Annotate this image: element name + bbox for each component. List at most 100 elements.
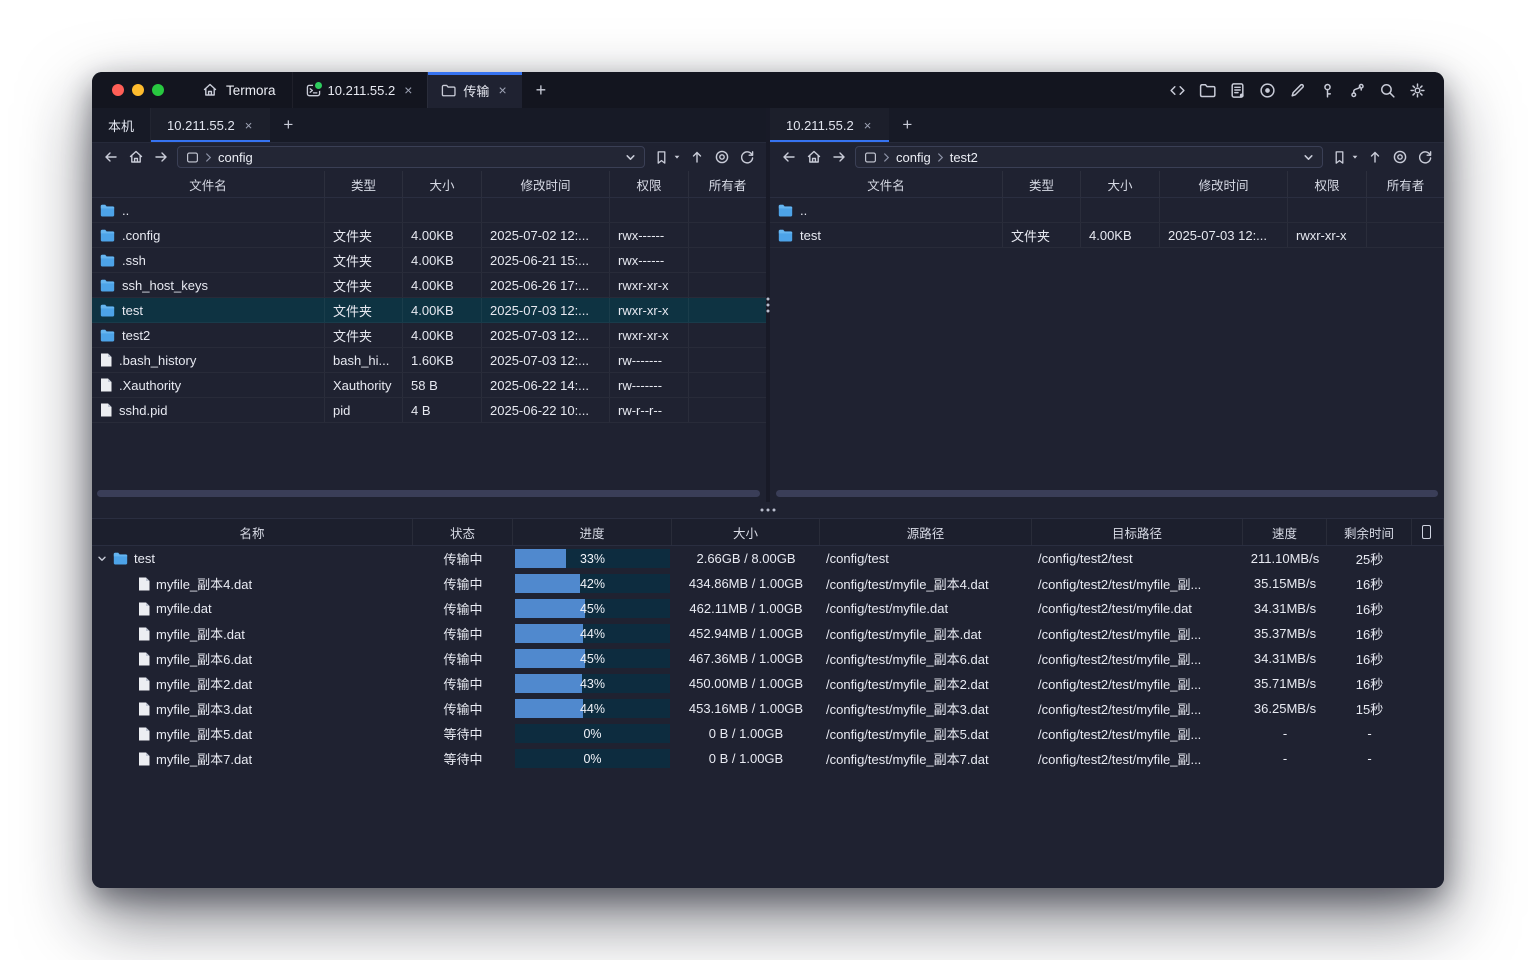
folder-icon[interactable] (1198, 81, 1216, 99)
column-header[interactable]: 类型 (1003, 171, 1081, 197)
transfer-row[interactable]: myfile_副本.dat传输中44%452.94MB / 1.00GB/con… (92, 621, 1444, 646)
file-size: 4.00KB (403, 248, 482, 272)
path-segment[interactable]: config (218, 150, 253, 165)
horizontal-scrollbar[interactable] (776, 490, 1438, 497)
upload-icon[interactable] (688, 148, 706, 166)
branch-icon[interactable] (1348, 81, 1366, 99)
column-header[interactable]: 速度 (1243, 519, 1327, 545)
key-icon[interactable] (1318, 81, 1336, 99)
column-header[interactable]: 所有者 (689, 171, 766, 197)
column-header[interactable]: 大小 (1081, 171, 1160, 197)
transfer-row[interactable]: myfile_副本6.dat传输中45%467.36MB / 1.00GB/co… (92, 646, 1444, 671)
tab-remote-host[interactable]: 10.211.55.2 × (151, 108, 270, 142)
record-icon[interactable] (1258, 81, 1276, 99)
bookmark-dropdown-icon[interactable] (673, 153, 681, 161)
bookmark-icon[interactable] (1330, 148, 1348, 166)
file-row[interactable]: .config文件夹4.00KB2025-07-02 12:...rwx----… (92, 223, 766, 248)
file-row[interactable]: .bash_historybash_hi...1.60KB2025-07-03 … (92, 348, 766, 373)
new-panel-tab-button[interactable]: + (270, 108, 306, 142)
column-header[interactable]: 修改时间 (482, 171, 610, 197)
upload-icon[interactable] (1366, 148, 1384, 166)
refresh-icon[interactable] (738, 148, 756, 166)
column-header[interactable]: 修改时间 (1160, 171, 1288, 197)
close-tab-icon[interactable]: × (243, 118, 255, 133)
file-row[interactable]: .. (770, 198, 1444, 223)
path-segment[interactable]: test2 (950, 150, 978, 165)
expand-chevron-icon[interactable] (97, 554, 107, 564)
back-icon[interactable] (102, 148, 120, 166)
column-header[interactable]: 大小 (672, 519, 820, 545)
file-row[interactable]: .ssh文件夹4.00KB2025-06-21 15:...rwx------ (92, 248, 766, 273)
edit-icon[interactable] (1288, 81, 1306, 99)
back-icon[interactable] (780, 148, 798, 166)
transfer-row[interactable]: myfile_副本7.dat等待中0%0 B / 1.00GB/config/t… (92, 746, 1444, 771)
close-tab-icon[interactable]: × (862, 118, 874, 133)
zoom-window-button[interactable] (152, 84, 164, 96)
column-header[interactable]: 权限 (610, 171, 689, 197)
transfer-speed: 35.15MB/s (1243, 571, 1327, 596)
left-file-table-header: 文件名类型大小修改时间权限所有者 (92, 171, 766, 198)
title-tab-transfer[interactable]: 传输 × (427, 72, 521, 108)
computer-icon (864, 151, 877, 164)
column-header[interactable]: 源路径 (820, 519, 1032, 545)
close-window-button[interactable] (112, 84, 124, 96)
column-header[interactable]: 进度 (513, 519, 672, 545)
minimize-window-button[interactable] (132, 84, 144, 96)
show-hidden-icon[interactable] (713, 148, 731, 166)
section-splitter[interactable] (92, 502, 1444, 518)
close-tab-icon[interactable]: × (402, 82, 414, 98)
home-icon[interactable] (127, 148, 145, 166)
transfer-status: 传输中 (413, 596, 513, 621)
chevron-down-icon[interactable] (625, 152, 636, 163)
column-header[interactable]: 剩余时间 (1327, 519, 1412, 545)
column-header[interactable]: 大小 (403, 171, 482, 197)
path-input[interactable]: config test2 (855, 146, 1323, 168)
search-icon[interactable] (1378, 81, 1396, 99)
settings-gear-icon[interactable] (1408, 81, 1426, 99)
column-settings-icon[interactable] (1422, 525, 1431, 539)
column-header[interactable]: 目标路径 (1032, 519, 1243, 545)
file-row[interactable]: ssh_host_keys文件夹4.00KB2025-06-26 17:...r… (92, 273, 766, 298)
new-panel-tab-button[interactable]: + (889, 108, 925, 142)
title-tab-host[interactable]: 10.211.55.2 × (292, 72, 428, 108)
transfer-row[interactable]: myfile_副本5.dat等待中0%0 B / 1.00GB/config/t… (92, 721, 1444, 746)
transfer-row[interactable]: test传输中33%2.66GB / 8.00GB/config/test/co… (92, 546, 1444, 571)
file-row[interactable]: sshd.pidpid4 B2025-06-22 10:...rw-r--r-- (92, 398, 766, 423)
column-header[interactable]: 所有者 (1367, 171, 1444, 197)
column-header[interactable]: 权限 (1288, 171, 1367, 197)
app-home[interactable]: Termora (176, 72, 292, 108)
chevron-down-icon[interactable] (1303, 152, 1314, 163)
transfer-stub (1412, 571, 1444, 596)
new-title-tab-button[interactable]: + (522, 72, 561, 108)
column-header[interactable]: 类型 (325, 171, 403, 197)
file-row[interactable]: .XauthorityXauthority58 B2025-06-22 14:.… (92, 373, 766, 398)
path-segment[interactable]: config (896, 150, 931, 165)
transfer-source-path: /config/test/myfile.dat (820, 596, 1032, 621)
horizontal-scrollbar[interactable] (97, 490, 760, 497)
code-icon[interactable] (1168, 81, 1186, 99)
close-tab-icon[interactable]: × (496, 82, 508, 98)
transfer-row[interactable]: myfile.dat传输中45%462.11MB / 1.00GB/config… (92, 596, 1444, 621)
transfer-row[interactable]: myfile_副本4.dat传输中42%434.86MB / 1.00GB/co… (92, 571, 1444, 596)
file-row[interactable]: test文件夹4.00KB2025-07-03 12:...rwxr-xr-x (92, 298, 766, 323)
file-row[interactable]: test2文件夹4.00KB2025-07-03 12:...rwxr-xr-x (92, 323, 766, 348)
forward-icon[interactable] (152, 148, 170, 166)
tab-remote-host[interactable]: 10.211.55.2 × (770, 108, 889, 142)
file-row[interactable]: .. (92, 198, 766, 223)
transfer-row[interactable]: myfile_副本2.dat传输中43%450.00MB / 1.00GB/co… (92, 671, 1444, 696)
file-row[interactable]: test文件夹4.00KB2025-07-03 12:...rwxr-xr-x (770, 223, 1444, 248)
home-icon[interactable] (805, 148, 823, 166)
path-input[interactable]: config (177, 146, 645, 168)
tab-local[interactable]: 本机 (92, 108, 151, 142)
show-hidden-icon[interactable] (1391, 148, 1409, 166)
column-header[interactable]: 名称 (92, 519, 413, 545)
document-icon[interactable] (1228, 81, 1246, 99)
refresh-icon[interactable] (1416, 148, 1434, 166)
forward-icon[interactable] (830, 148, 848, 166)
bookmark-icon[interactable] (652, 148, 670, 166)
column-header[interactable]: 状态 (413, 519, 513, 545)
column-header[interactable]: 文件名 (92, 171, 325, 197)
column-header[interactable]: 文件名 (770, 171, 1003, 197)
transfer-row[interactable]: myfile_副本3.dat传输中44%453.16MB / 1.00GB/co… (92, 696, 1444, 721)
bookmark-dropdown-icon[interactable] (1351, 153, 1359, 161)
